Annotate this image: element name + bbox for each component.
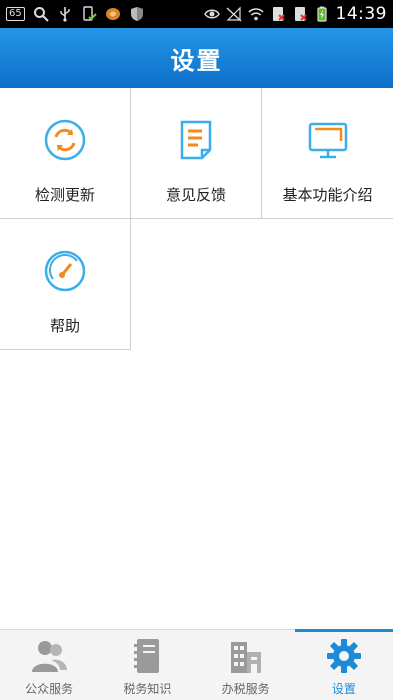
help-label: 帮助 bbox=[49, 317, 80, 335]
gauge-icon bbox=[44, 250, 86, 292]
building-icon bbox=[230, 642, 261, 673]
refresh-icon bbox=[44, 119, 86, 161]
signal-off-icon bbox=[226, 6, 241, 22]
search-icon bbox=[33, 7, 49, 22]
tab-label: 公众服务 bbox=[25, 682, 74, 696]
check-update-item[interactable]: 检测更新 bbox=[0, 88, 131, 219]
gear-icon bbox=[326, 639, 361, 673]
users-icon bbox=[32, 641, 68, 672]
tab-settings[interactable]: 设置 bbox=[294, 629, 393, 700]
tab-label: 税务知识 bbox=[123, 682, 172, 696]
app-header: 设置 bbox=[0, 28, 393, 88]
check-update-label: 检测更新 bbox=[34, 186, 95, 204]
notebook-icon bbox=[134, 639, 160, 673]
help-item[interactable]: 帮助 bbox=[0, 219, 131, 350]
tab-public-service[interactable]: 公众服务 bbox=[0, 630, 98, 700]
feature-intro-label: 基本功能介绍 bbox=[282, 186, 373, 204]
page-title: 设置 bbox=[170, 46, 223, 75]
tab-tax-service[interactable]: 办税服务 bbox=[197, 630, 295, 700]
tab-tax-knowledge[interactable]: 税务知识 bbox=[98, 630, 196, 700]
notification-count-badge: 65 bbox=[6, 7, 25, 21]
wifi-icon bbox=[247, 8, 264, 21]
phone-check-icon bbox=[83, 6, 97, 21]
usb-icon bbox=[60, 7, 70, 22]
status-time: 14:39 bbox=[335, 4, 387, 24]
status-bar: 65 14:39 bbox=[0, 0, 393, 28]
feature-intro-item[interactable]: 基本功能介绍 bbox=[262, 88, 393, 219]
feedback-label: 意见反馈 bbox=[165, 186, 226, 204]
grid-row: 帮助 bbox=[0, 219, 393, 350]
feedback-item[interactable]: 意见反馈 bbox=[131, 88, 262, 219]
settings-grid: 检测更新 意见反馈 基本功能介绍 帮助 bbox=[0, 88, 393, 350]
monitor-icon bbox=[308, 122, 347, 159]
grid-row: 检测更新 意见反馈 基本功能介绍 bbox=[0, 88, 393, 219]
sim-icon bbox=[272, 7, 285, 21]
bottom-tab-bar: 公众服务 税务知识 办税服务 设置 bbox=[0, 629, 393, 700]
tab-label: 办税服务 bbox=[221, 682, 270, 696]
tab-label: 设置 bbox=[331, 682, 356, 696]
eye-icon bbox=[203, 9, 220, 19]
battery-icon bbox=[316, 6, 327, 22]
feedback-document-icon bbox=[180, 120, 212, 160]
app-ball-icon bbox=[105, 8, 120, 20]
shield-icon bbox=[130, 7, 143, 21]
sim2-icon bbox=[294, 7, 307, 21]
